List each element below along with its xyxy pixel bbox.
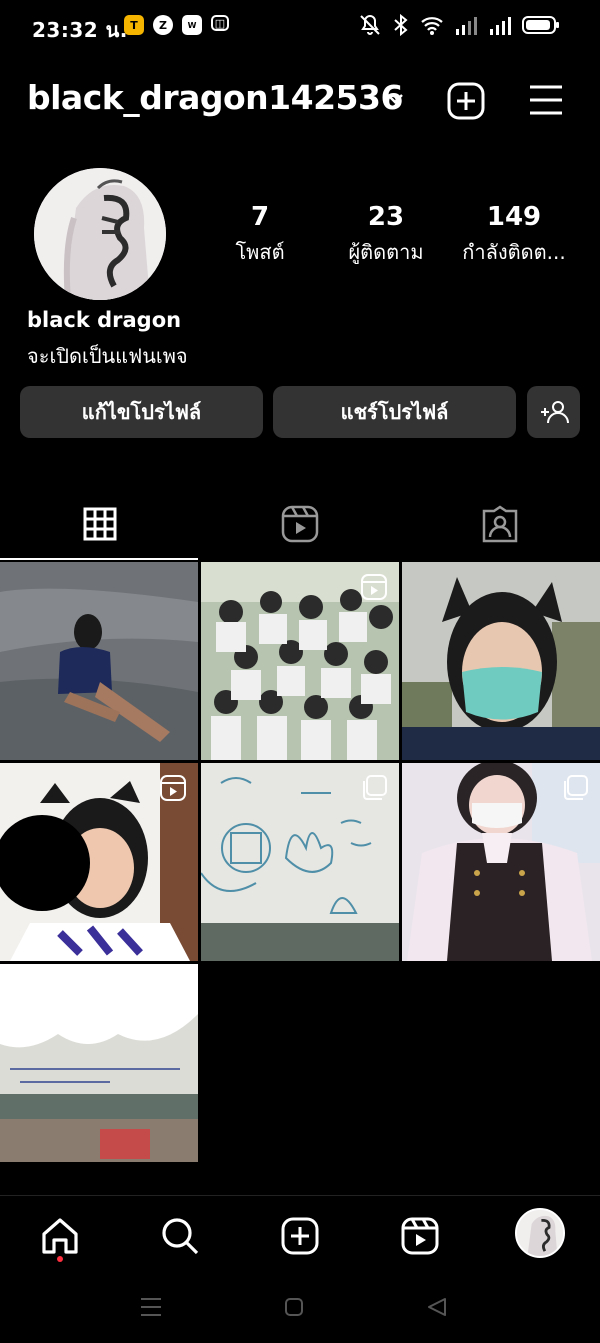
add-person-icon — [540, 401, 569, 424]
profile-avatar-icon — [517, 1210, 563, 1256]
tab-tagged[interactable] — [400, 490, 600, 558]
bluetooth-icon — [394, 13, 408, 37]
profile-tabs — [0, 490, 600, 560]
profile-header: black_dragon142536 — [0, 70, 600, 130]
home-button-icon[interactable] — [284, 1297, 304, 1317]
following-label: กำลังติดต... — [462, 240, 566, 264]
display-name: black dragon — [27, 308, 182, 332]
reel-badge-icon — [160, 775, 186, 801]
nav-search[interactable] — [158, 1214, 202, 1258]
bottom-navigation — [0, 1195, 600, 1274]
carousel-badge-icon — [564, 775, 588, 800]
zalo-app-icon: Z — [153, 15, 173, 35]
post-thumbnail[interactable] — [0, 763, 198, 961]
carousel-badge-icon — [363, 775, 387, 800]
search-icon — [162, 1218, 199, 1255]
post-thumbnail[interactable] — [0, 562, 198, 760]
system-navigation-bar — [0, 1273, 600, 1343]
grid-icon — [83, 507, 117, 541]
mute-icon — [360, 14, 380, 35]
notification-dot — [57, 1256, 63, 1262]
followers-label: ผู้ติดตาม — [348, 240, 424, 264]
post-thumbnail[interactable] — [201, 763, 399, 961]
tagged-icon — [482, 505, 518, 543]
nav-create[interactable] — [278, 1214, 322, 1258]
profile-avatar[interactable] — [34, 168, 166, 300]
home-icon — [42, 1218, 78, 1254]
followers-stat[interactable]: 23 ผู้ติดตาม — [334, 202, 438, 268]
nav-home[interactable] — [38, 1214, 82, 1258]
reels-icon — [401, 1217, 439, 1255]
reels-icon — [281, 505, 319, 543]
status-bar: 23:32 น. T Z W ◫ — [0, 0, 600, 54]
carousel-badge-icon — [162, 976, 186, 1001]
following-stat[interactable]: 149 กำลังติดต... — [456, 202, 572, 268]
battery-icon — [522, 16, 559, 34]
status-indicators — [358, 13, 560, 37]
posts-count: 7 — [250, 202, 270, 232]
status-time: 23:32 น. — [32, 18, 128, 42]
flashlight-app-icon: T — [124, 15, 144, 35]
share-profile-button[interactable]: แชร์โปรไฟล์ — [273, 386, 516, 438]
post-thumbnail[interactable] — [402, 763, 600, 961]
nav-profile[interactable] — [515, 1208, 565, 1258]
back-icon[interactable] — [426, 1297, 448, 1317]
profile-bio: จะเปิดเป็นแฟนเพจ — [27, 344, 188, 368]
active-tab-indicator — [0, 558, 198, 560]
edit-profile-button[interactable]: แก้ไขโปรไฟล์ — [20, 386, 263, 438]
wifi-icon — [421, 17, 443, 35]
username-title[interactable]: black_dragon142536 — [27, 78, 403, 117]
posts-stat[interactable]: 7 โพสต์ — [218, 202, 302, 268]
post-thumbnail[interactable] — [402, 562, 600, 760]
nav-reels[interactable] — [398, 1214, 442, 1258]
signal-icon-2 — [490, 17, 511, 35]
webtoon-app-icon: W — [182, 15, 202, 35]
chevron-down-icon[interactable] — [386, 92, 404, 106]
discover-people-button[interactable] — [527, 386, 580, 438]
menu-icon[interactable] — [528, 84, 564, 116]
reel-badge-icon — [361, 574, 387, 600]
bilibili-app-icon: ◫ — [211, 15, 229, 31]
following-count: 149 — [486, 202, 542, 232]
create-post-icon[interactable] — [447, 82, 485, 120]
posts-label: โพสต์ — [235, 240, 285, 264]
signal-icon-1 — [456, 17, 477, 35]
status-app-icons: T Z W ◫ — [124, 15, 229, 35]
post-thumbnail[interactable] — [0, 964, 198, 1162]
recent-apps-icon[interactable] — [140, 1297, 162, 1317]
followers-count: 23 — [367, 202, 405, 232]
tab-reels[interactable] — [200, 490, 400, 558]
create-icon — [281, 1217, 319, 1255]
tab-grid[interactable] — [0, 490, 200, 558]
post-thumbnail[interactable] — [201, 562, 399, 760]
